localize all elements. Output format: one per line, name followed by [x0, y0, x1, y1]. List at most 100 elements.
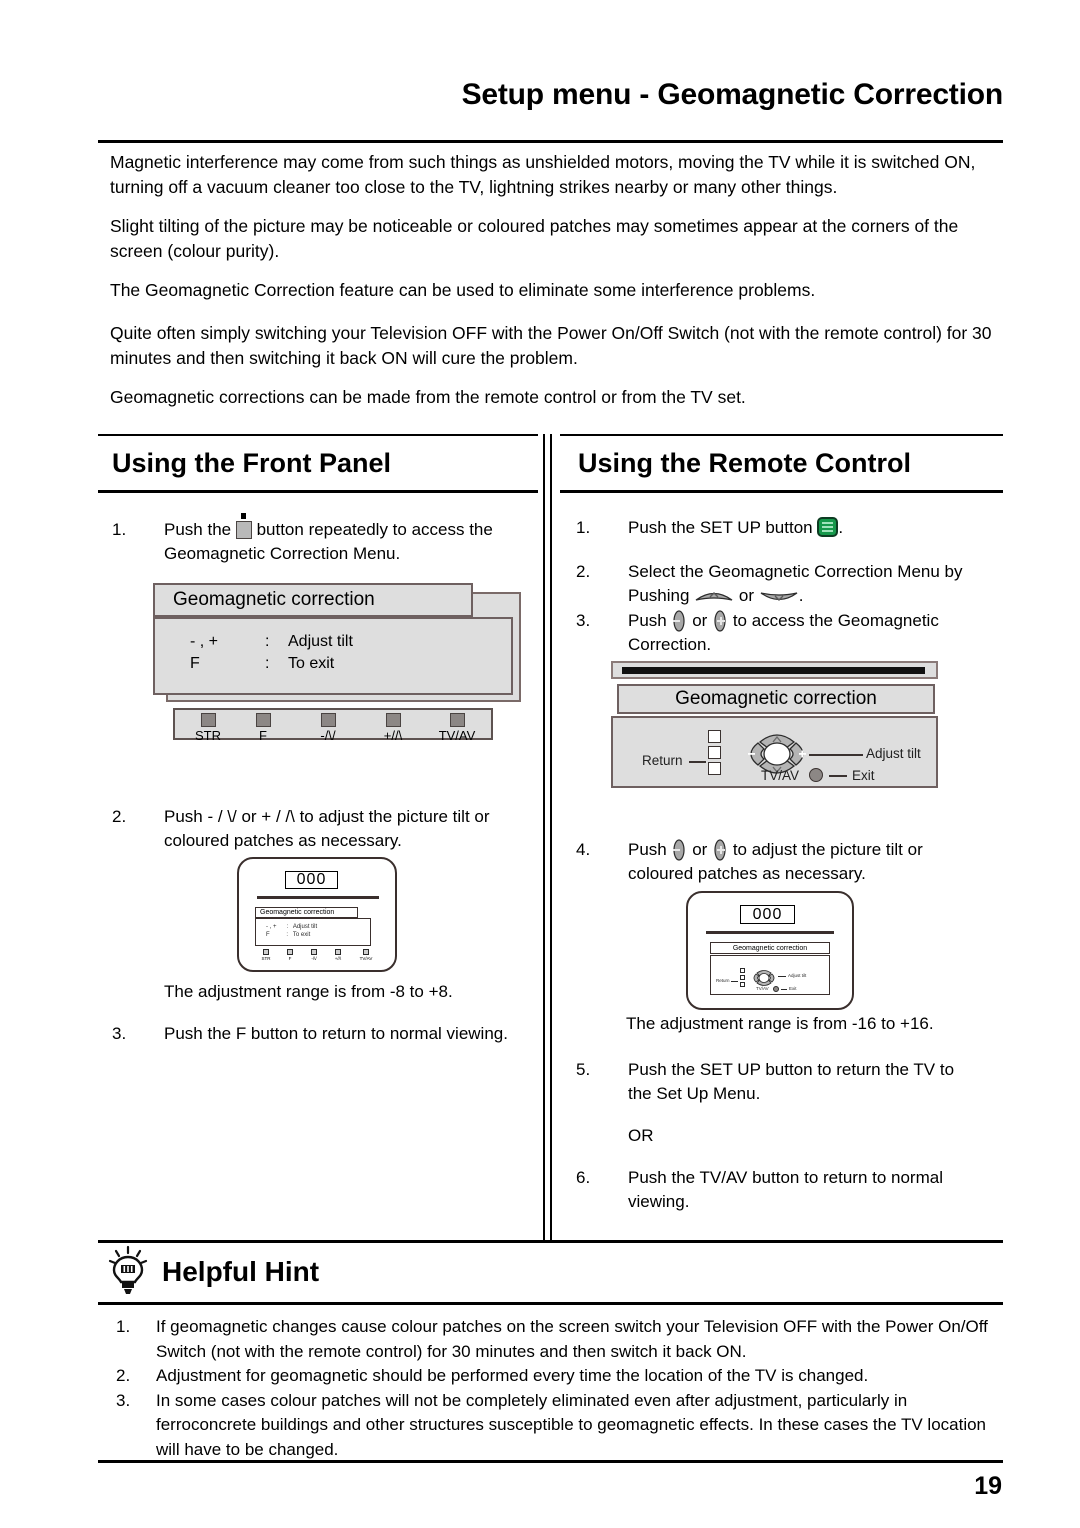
- mini-tvav-label: TV/AV: [756, 986, 769, 991]
- remote-step-2: 2. Select the Geomagnetic Correction Men…: [576, 560, 996, 608]
- remote-osd-square-1: [708, 730, 721, 743]
- mini-button-label: F: [288, 955, 292, 961]
- mini-osd-row-1: - , + : Adjust tilt: [266, 924, 318, 930]
- right-column-top-rule: [560, 434, 1003, 436]
- osd-row-0-key: - , +: [190, 633, 219, 650]
- button-square-icon: [385, 713, 401, 727]
- front-panel-range-text: The adjustment range is from -8 to +8.: [164, 982, 453, 1001]
- remote-step-3: 3. Push or to access the Geomagnetic Cor…: [576, 609, 976, 657]
- osd-row-0-colon: :: [265, 633, 270, 650]
- front-panel-step-1: 1. Push the button repeatedly to access …: [112, 513, 532, 566]
- front-panel-heading: Using the Front Panel: [112, 448, 392, 478]
- mini-return-line: [731, 981, 738, 982]
- tv-value-display: 000: [740, 905, 795, 924]
- front-panel-button-str[interactable]: STR: [183, 713, 233, 743]
- intro-paragraph-5: Geomagnetic corrections can be made from…: [110, 387, 746, 407]
- remote-osd-square-3: [708, 762, 721, 775]
- button-square-icon: [255, 713, 271, 727]
- column-divider-left: [543, 434, 545, 1242]
- mini-button-tvav: TV/AV: [355, 949, 377, 961]
- remote-step-4: 4. Push or to adjust the picture tilt or…: [576, 838, 976, 886]
- remote-step6-text: Push the TV/AV button to return to norma…: [628, 1168, 943, 1211]
- hint-item-number: 1.: [116, 1317, 131, 1336]
- mini-button-square-icon: [311, 949, 317, 955]
- remote-step1-period: .: [838, 518, 844, 537]
- osd-title-text: Geomagnetic correction: [173, 589, 375, 610]
- footer-rule: [98, 1460, 1003, 1463]
- hint-top-rule: [98, 1240, 1003, 1243]
- mini-adjust-line: [778, 976, 786, 977]
- remote-osd-title-bar: Geomagnetic correction: [617, 684, 935, 714]
- mini-osd-body: Return Adjust tilt TV/AV Exit: [710, 955, 830, 995]
- hint-list-item: 1. If geomagnetic changes cause colour p…: [98, 1315, 1003, 1364]
- hint-item-text: In some cases colour patches will not be…: [156, 1390, 987, 1459]
- remote-osd-tvav-label: TV/AV: [761, 768, 800, 783]
- left-column-head-rule: [98, 490, 538, 493]
- right-column-head-rule: [560, 490, 1003, 493]
- osd-row-1-colon: :: [265, 655, 270, 672]
- hint-item-text: Adjustment for geomagnetic should be per…: [156, 1366, 869, 1385]
- mini-adjust-label: Adjust tilt: [788, 973, 807, 978]
- volume-down-button-icon: [673, 839, 686, 861]
- page-title: Setup menu - Geomagnetic Correction: [461, 78, 1004, 111]
- remote-step4-text-a: Push: [628, 840, 667, 859]
- mini-button-label: STR: [261, 955, 271, 961]
- step-number: 2.: [576, 562, 591, 581]
- mini-button-f: F: [281, 949, 299, 961]
- step-number: 2.: [112, 807, 127, 826]
- remote-osd-title-text: Geomagnetic correction: [675, 688, 877, 709]
- channel-down-rocker-icon: [760, 592, 798, 601]
- front-panel-button-icon: [235, 513, 252, 539]
- helpful-hint-list: 1. If geomagnetic changes cause colour p…: [98, 1315, 1003, 1462]
- page-number: 19: [974, 1472, 1002, 1500]
- intro-paragraph-3: The Geomagnetic Correction feature can b…: [110, 280, 816, 300]
- manual-page: Setup menu - Geomagnetic Correction Magn…: [0, 0, 1080, 1528]
- remote-or-text: OR: [628, 1126, 654, 1145]
- osd-body: - , + : Adjust tilt F : To exit: [153, 617, 513, 695]
- setup-button-icon: [817, 517, 839, 537]
- remote-osd-header-frame: [611, 661, 938, 679]
- mini-osd-row-2: F : To exit: [266, 932, 311, 938]
- remote-step3-text-a: Push: [628, 611, 667, 630]
- front-panel-step-3: 3. Push the F button to return to normal…: [112, 1022, 542, 1046]
- volume-up-button-icon: [714, 839, 726, 861]
- step-number: 5.: [576, 1060, 591, 1079]
- front-panel-button-tvav[interactable]: TV/AV: [428, 713, 486, 743]
- hint-item-number: 2.: [116, 1366, 131, 1385]
- mini-osd-body: - , + : Adjust tilt F : To exit: [255, 918, 371, 946]
- osd-row-1-key: F: [190, 655, 200, 672]
- front-panel-step-2: 2. Push - / \/ or + / /\ to adjust the p…: [112, 805, 532, 853]
- intro-paragraph-4: Quite often simply switching your Televi…: [110, 323, 992, 368]
- mini-return-label: Return: [716, 978, 730, 983]
- front-panel-button-bar: STR F -/\/ +//\ TV/AV: [173, 708, 493, 743]
- remote-step1-text: Push the SET UP button: [628, 518, 813, 537]
- mini-button-str: STR: [257, 949, 275, 961]
- front-panel-button-down[interactable]: -/\/: [303, 713, 353, 743]
- mini-button-label: TV/AV: [359, 955, 373, 961]
- mini-button-square-icon: [263, 949, 269, 955]
- button-label: STR: [195, 728, 221, 743]
- remote-step2-or: or: [738, 586, 755, 605]
- remote-step-1: 1. Push the SET UP button .: [576, 516, 996, 540]
- button-square-icon: [449, 713, 465, 727]
- hint-item-text: If geomagnetic changes cause colour patc…: [156, 1317, 988, 1361]
- button-label: +//\: [383, 728, 403, 743]
- remote-step2-period: .: [798, 586, 804, 605]
- mini-button-up: +//\: [329, 949, 347, 961]
- button-square-icon: [320, 713, 336, 727]
- tv-value-display: 000: [285, 871, 338, 889]
- hint-item-number: 3.: [116, 1390, 131, 1410]
- button-square-icon: [200, 713, 216, 727]
- mini-button-label: +//\: [334, 955, 342, 961]
- remote-osd-black-bar: [622, 667, 925, 674]
- remote-step4-or: or: [692, 840, 708, 859]
- return-connector-line: [689, 761, 706, 763]
- hint-mid-rule: [98, 1302, 1003, 1305]
- mini-square-1: [740, 968, 745, 973]
- front-panel-button-up[interactable]: +//\: [368, 713, 418, 743]
- front-panel-button-f[interactable]: F: [238, 713, 288, 743]
- column-divider-right: [550, 434, 552, 1242]
- mini-osd-title: Geomagnetic correction: [255, 907, 358, 918]
- step3-text: Push the F button to return to normal vi…: [164, 1024, 508, 1043]
- title-rule: [98, 140, 1003, 143]
